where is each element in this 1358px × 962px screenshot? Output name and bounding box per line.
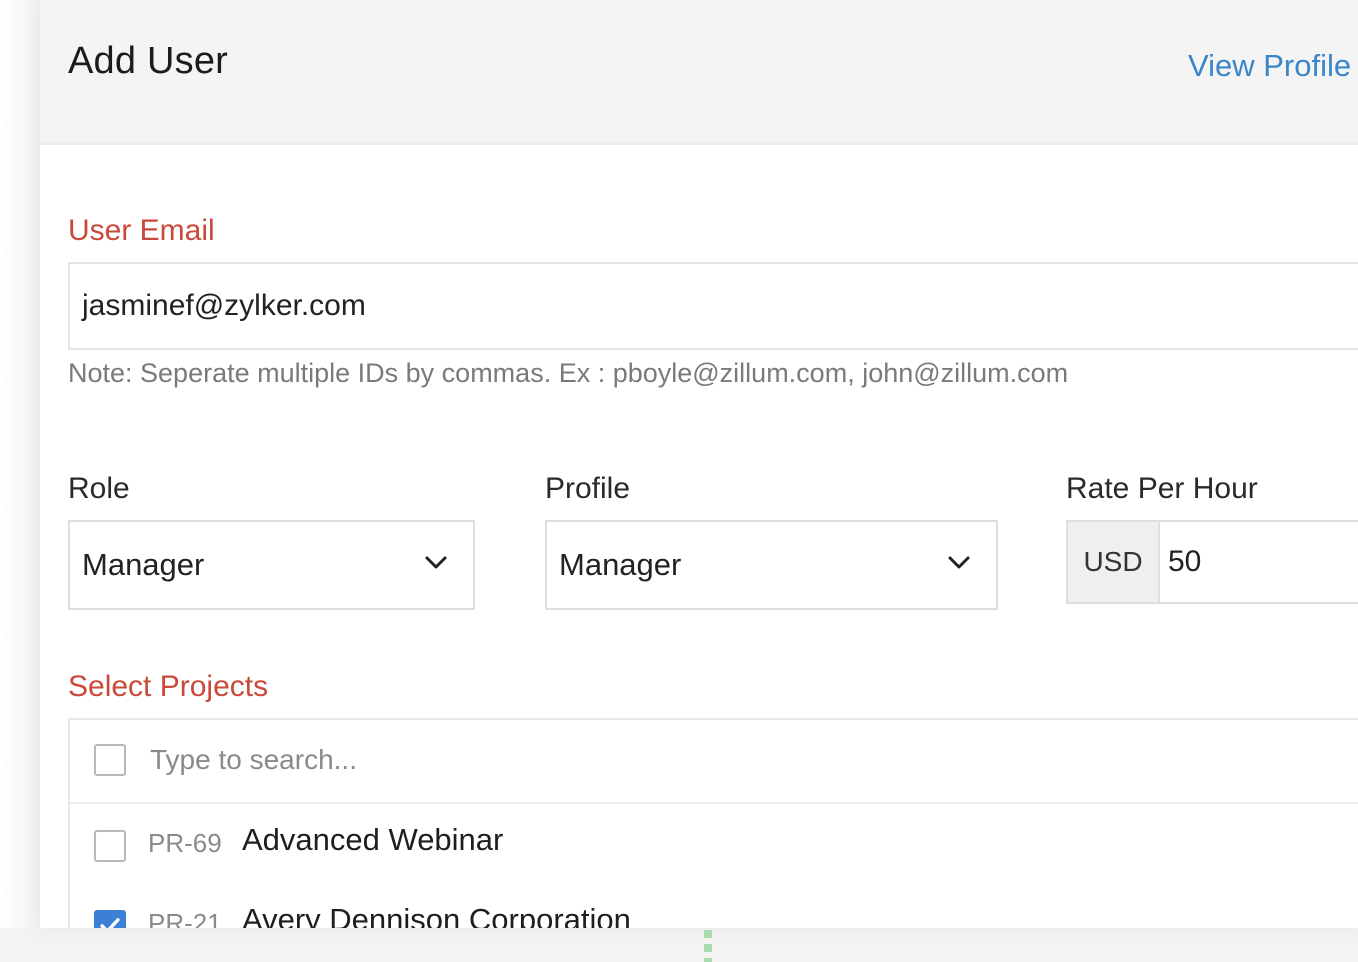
project-checkbox-checked[interactable] (94, 910, 126, 928)
project-code: PR-69 (148, 828, 222, 858)
connector-line (704, 930, 712, 962)
page-backdrop (0, 0, 40, 928)
chevron-down-icon (425, 556, 447, 569)
rate-per-hour-input[interactable]: 50 (1160, 522, 1358, 602)
projects-search-input[interactable]: Type to search... (150, 744, 357, 776)
projects-list: Type to search... PR-69 Advanced Webinar… (68, 718, 1358, 928)
rate-per-hour-label: Rate Per Hour (1066, 472, 1258, 505)
dialog-title: Add User (68, 40, 229, 82)
role-selected-value: Manager (82, 547, 205, 582)
dialog-header: Add User View Profile (40, 0, 1358, 145)
list-item[interactable]: PR-21 Avery Dennison Corporation (70, 896, 1358, 928)
user-email-field[interactable]: jasminef@zylker.com (68, 262, 1358, 350)
rate-per-hour-group: USD 50 (1066, 520, 1358, 604)
view-profile-link[interactable]: View Profile (1188, 48, 1351, 84)
role-select[interactable]: Manager (68, 520, 475, 610)
profile-selected-value: Manager (559, 547, 682, 582)
projects-search-row: Type to search... (70, 720, 1358, 804)
email-note: Note: Seperate multiple IDs by commas. E… (68, 358, 1069, 388)
currency-addon: USD (1068, 522, 1160, 602)
project-checkbox[interactable] (94, 830, 126, 862)
select-all-checkbox[interactable] (94, 744, 126, 776)
project-code: PR-21 (148, 908, 222, 928)
add-user-dialog: Add User View Profile User Email jasmine… (40, 0, 1358, 928)
project-name: Avery Dennison Corporation (242, 902, 631, 928)
chevron-down-icon (948, 556, 970, 569)
profile-label: Profile (545, 472, 631, 505)
role-label: Role (68, 472, 130, 505)
select-projects-label: Select Projects (68, 670, 269, 703)
user-email-label: User Email (68, 214, 215, 247)
list-item[interactable]: PR-69 Advanced Webinar (70, 812, 1358, 882)
project-name: Advanced Webinar (242, 822, 504, 857)
checkmark-icon (100, 918, 120, 928)
profile-select[interactable]: Manager (545, 520, 998, 610)
user-email-value: jasminef@zylker.com (82, 289, 366, 322)
